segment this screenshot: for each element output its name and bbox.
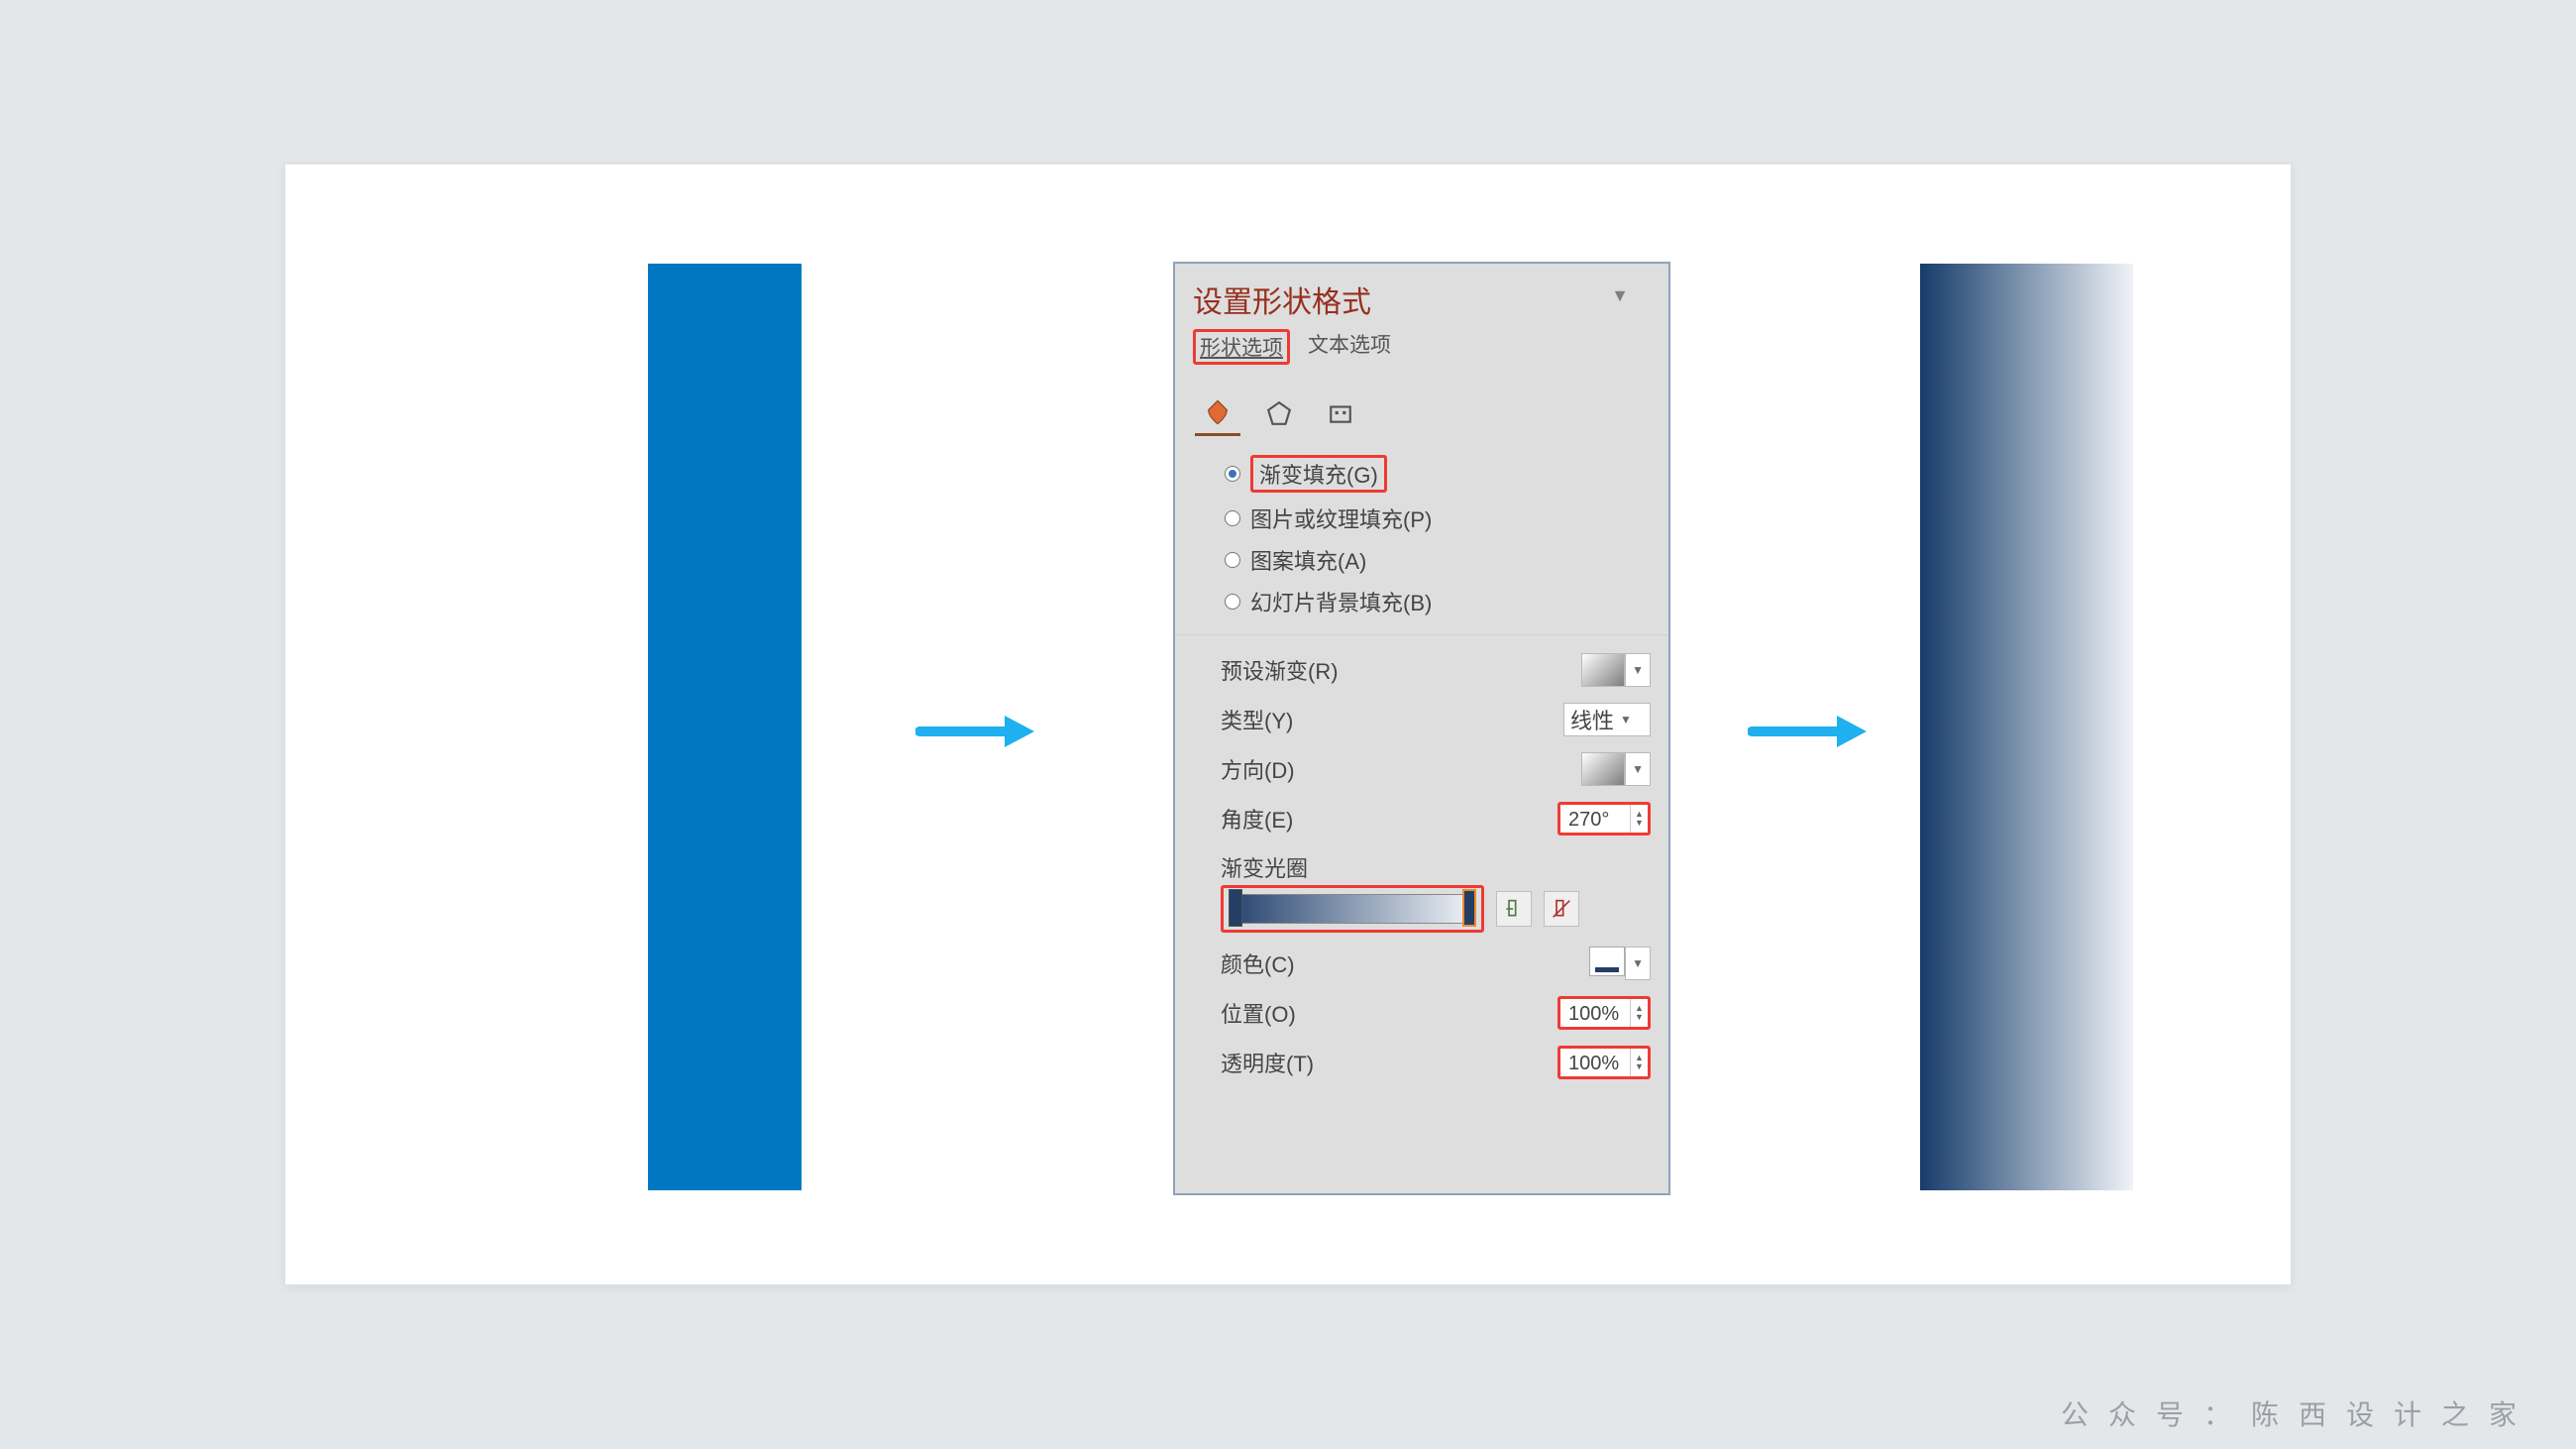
transparency-input[interactable]: 100% ▲▼ [1557,1046,1651,1079]
radio-icon [1225,552,1240,568]
solid-fill-shape [648,264,802,1190]
radio-pattern-fill[interactable]: 图案填充(A) [1223,539,1659,581]
arrow-icon [1748,712,1867,751]
spinner-icon[interactable]: ▲▼ [1630,805,1648,833]
color-dropdown[interactable]: ▼ [1625,947,1651,980]
gradient-fill-shape [1920,264,2133,1190]
fill-options: 渐变填充(G) 图片或纹理填充(P) 图案填充(A) 幻灯片背景填充(B) [1175,444,1668,628]
gradient-type-select[interactable]: 线性▼ [1563,703,1651,736]
chevron-down-icon[interactable]: ▼ [1611,285,1629,306]
watermark-text: 公众号：陈西设计之家 [2061,1393,2536,1433]
gradient-stops-slider[interactable] [1230,894,1475,924]
category-icons [1175,375,1668,444]
remove-gradient-stop-button[interactable] [1544,891,1579,927]
gradient-direction-dropdown[interactable]: ▼ [1625,752,1651,786]
radio-icon [1225,510,1240,526]
gradient-stop-handle[interactable] [1229,889,1242,927]
gradient-stops-label: 渐变光圈 [1221,843,1651,885]
fill-line-icon[interactable] [1195,390,1240,436]
preset-gradient-label: 预设渐变(R) [1221,654,1339,686]
radio-gradient-fill[interactable]: 渐变填充(G) [1223,450,1659,498]
arrow-icon [915,712,1034,751]
radio-icon [1225,594,1240,610]
position-input[interactable]: 100% ▲▼ [1557,996,1651,1030]
radio-picture-fill[interactable]: 图片或纹理填充(P) [1223,498,1659,539]
slide-canvas: 设置形状格式 ▼ 形状选项 文本选项 渐变填充(G) [285,165,2291,1284]
tab-text-options[interactable]: 文本选项 [1308,329,1391,365]
angle-label: 角度(E) [1221,803,1293,835]
spinner-icon[interactable]: ▲▼ [1630,999,1648,1027]
spinner-icon[interactable]: ▲▼ [1630,1049,1648,1076]
preset-gradient-picker[interactable] [1581,653,1625,687]
panel-title: 设置形状格式 [1193,278,1651,321]
gradient-stop-handle[interactable] [1462,889,1476,927]
gradient-direction-label: 方向(D) [1221,753,1295,785]
transparency-label: 透明度(T) [1221,1047,1314,1078]
effects-icon[interactable] [1256,390,1302,436]
color-label: 颜色(C) [1221,947,1295,979]
size-properties-icon[interactable] [1318,390,1363,436]
gradient-direction-picker[interactable] [1581,752,1625,786]
tab-shape-options[interactable]: 形状选项 [1193,329,1290,365]
gradient-type-label: 类型(Y) [1221,704,1293,735]
add-gradient-stop-button[interactable] [1496,891,1532,927]
angle-input[interactable]: 270° ▲▼ [1557,802,1651,836]
radio-slide-background-fill[interactable]: 幻灯片背景填充(B) [1223,581,1659,622]
preset-gradient-dropdown[interactable]: ▼ [1625,653,1651,687]
radio-icon [1225,466,1240,482]
position-label: 位置(O) [1221,997,1296,1029]
format-shape-panel: 设置形状格式 ▼ 形状选项 文本选项 渐变填充(G) [1173,262,1670,1195]
color-picker[interactable] [1589,947,1625,976]
